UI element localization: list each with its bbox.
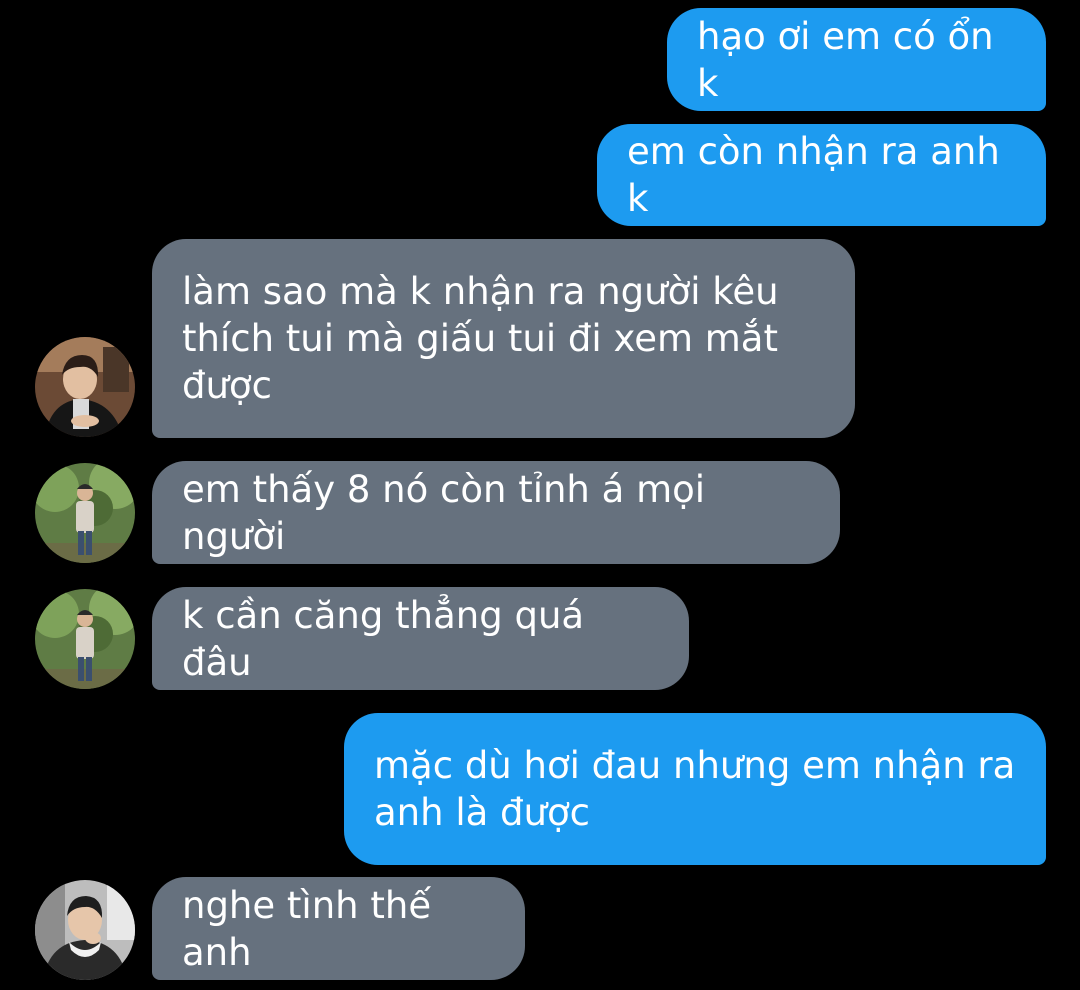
- message-text: nghe tình thế anh: [182, 883, 432, 974]
- message-text: hạo ơi em có ổn k: [697, 14, 994, 105]
- message-text: làm sao mà k nhận ra người kêu thích tui…: [182, 270, 779, 407]
- chat-thread: hạo ơi em có ổn k em còn nhận ra anh k l…: [0, 0, 1080, 990]
- avatar-hoodie-icon[interactable]: [35, 880, 135, 980]
- avatar-park-icon[interactable]: [35, 589, 135, 689]
- message-outgoing[interactable]: em còn nhận ra anh k: [597, 124, 1046, 226]
- message-text: em còn nhận ra anh k: [627, 130, 1000, 220]
- message-outgoing[interactable]: hạo ơi em có ổn k: [667, 8, 1046, 111]
- message-incoming[interactable]: k cần căng thẳng quá đâu: [152, 587, 689, 690]
- message-text: mặc dù hơi đau nhưng em nhận ra anh là đ…: [374, 744, 1016, 834]
- message-outgoing[interactable]: mặc dù hơi đau nhưng em nhận ra anh là đ…: [344, 713, 1046, 865]
- message-text: k cần căng thẳng quá đâu: [182, 593, 585, 684]
- avatar-indoor-icon[interactable]: [35, 337, 135, 437]
- message-incoming[interactable]: làm sao mà k nhận ra người kêu thích tui…: [152, 239, 855, 438]
- avatar-park-icon[interactable]: [35, 463, 135, 563]
- message-incoming[interactable]: em thấy 8 nó còn tỉnh á mọi người: [152, 461, 840, 564]
- message-text: em thấy 8 nó còn tỉnh á mọi người: [182, 467, 706, 558]
- message-incoming[interactable]: nghe tình thế anh: [152, 877, 525, 980]
